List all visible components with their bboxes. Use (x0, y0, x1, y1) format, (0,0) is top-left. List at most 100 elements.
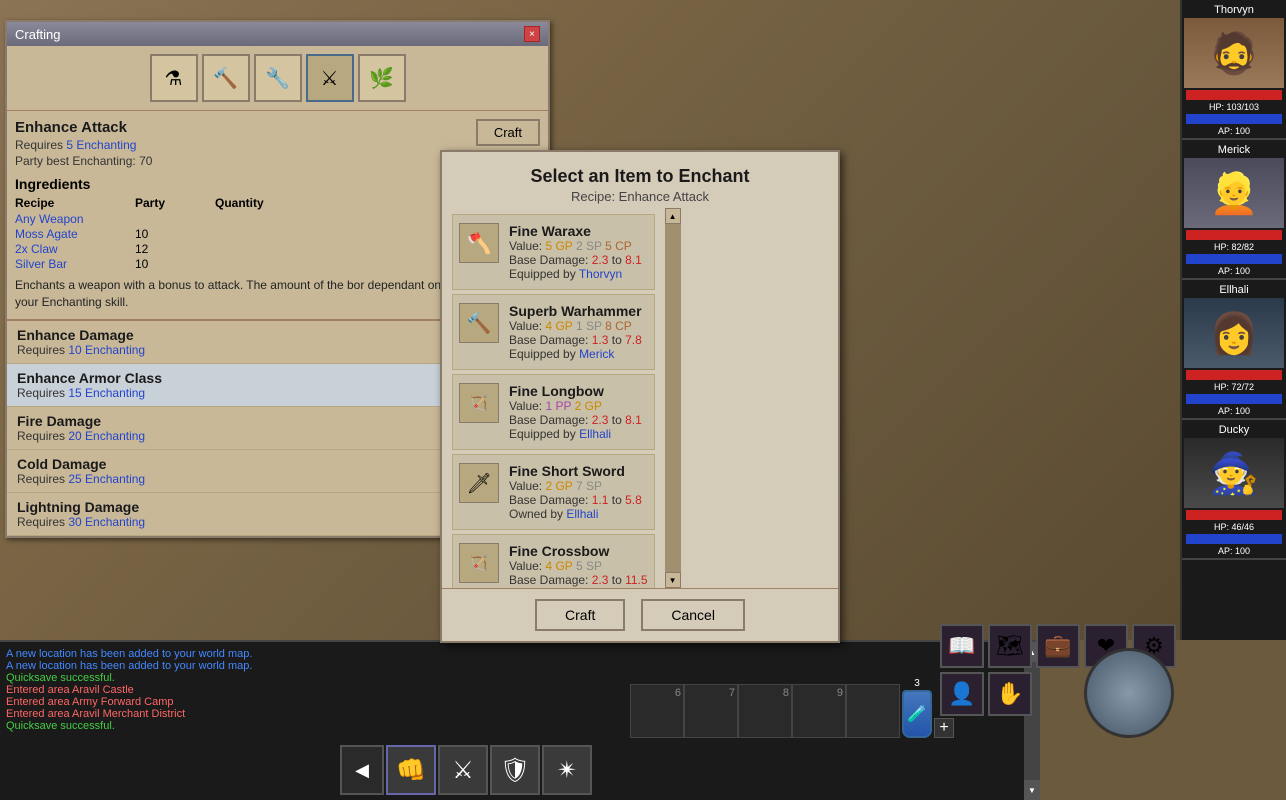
craft-action-button[interactable]: Craft (476, 119, 540, 146)
hotbar-slot-3[interactable]: 🛡 (490, 745, 540, 795)
hotbar-prev[interactable]: ◀ (340, 745, 384, 795)
req-value: 10 Enchanting (68, 343, 145, 357)
item-name: Fine Waraxe (509, 223, 648, 239)
modal-header: Select an Item to Enchant Recipe: Enhanc… (442, 152, 838, 208)
merick-hp-fill (1186, 230, 1282, 240)
minimap[interactable] (1084, 648, 1174, 738)
hotbar-slot-4[interactable]: ✴ (542, 745, 592, 795)
hotbar-slot-1[interactable]: 👊 (386, 745, 436, 795)
ellhali-ap-fill (1186, 394, 1282, 404)
value-gp: 5 GP (545, 239, 572, 253)
num-slot-7[interactable]: 7 (684, 684, 738, 738)
member-name-ducky: Ducky (1184, 422, 1284, 438)
craft-tab-enchanting[interactable]: ⚔ (306, 54, 354, 102)
log-scroll-down[interactable]: ▼ (1024, 780, 1040, 800)
log-line-1[interactable]: A new location has been added to your wo… (6, 648, 1018, 660)
modal-cancel-button[interactable]: Cancel (641, 599, 745, 631)
item-damage: Base Damage: 1.3 to 7.8 (509, 333, 648, 347)
log-line-2[interactable]: A new location has been added to your wo… (6, 660, 1018, 672)
hotbar: ◀ 👊 ⚔ 🛡 ✴ (340, 745, 592, 795)
item-owner: Ellhali (566, 507, 598, 521)
ingredient-claw-party: 12 (135, 242, 215, 256)
modal-item-waraxe[interactable]: 🪓 Fine Waraxe Value: 5 GP 2 SP 5 CP Base… (452, 214, 655, 290)
modal-craft-button[interactable]: Craft (535, 599, 625, 631)
add-slot-button[interactable]: + (934, 718, 954, 738)
ducky-ap-text: AP: 100 (1184, 546, 1284, 556)
merick-hp-bar (1186, 230, 1282, 240)
recipe-detail-area: Enhance Attack Requires 5 Enchanting Par… (7, 111, 457, 320)
dmg-min: 2.3 (592, 413, 609, 427)
thorvyn-ap-fill (1186, 114, 1282, 124)
modal-scroll-down[interactable]: ▼ (665, 572, 681, 588)
portrait-bg-ellhali: 👩 (1184, 298, 1284, 368)
character-icon[interactable]: 👤 (940, 672, 984, 716)
crafting-close-button[interactable]: × (524, 26, 540, 42)
item-owned: Owned by Ellhali (509, 507, 648, 521)
merick-ap-bar (1186, 254, 1282, 264)
selected-recipe-req-value: 5 Enchanting (66, 138, 136, 152)
party-member-ducky[interactable]: Ducky 🧙 HP: 46/46 AP: 100 (1182, 420, 1286, 560)
item-name: Fine Longbow (509, 383, 648, 399)
modal-scroll-up[interactable]: ▲ (665, 208, 681, 224)
modal-subtitle: Recipe: Enhance Attack (458, 189, 822, 204)
ducky-ap-fill (1186, 534, 1282, 544)
dmg-max: 7.8 (625, 333, 642, 347)
map-icon[interactable]: 🗺 (988, 624, 1032, 668)
num-slot-8[interactable]: 8 (738, 684, 792, 738)
item-value: Value: 1 PP 2 GP (509, 399, 648, 413)
modal-item-crossbow[interactable]: 🏹 Fine Crossbow Value: 4 GP 5 SP Base Da… (452, 534, 655, 588)
dmg-max: 5.8 (625, 493, 642, 507)
ing-header-recipe: Recipe (15, 196, 135, 210)
shortsword-icon: 🗡 (459, 463, 499, 503)
ing-header-party: Party (135, 196, 215, 210)
inventory-icon[interactable]: 💼 (1036, 624, 1080, 668)
value-gp: 4 GP (545, 319, 572, 333)
craft-tab-alchemy[interactable]: 🌿 (358, 54, 406, 102)
value-gp: 2 GP (575, 399, 602, 413)
num-slot-9[interactable]: 9 (792, 684, 846, 738)
craft-tab-potions[interactable]: ⚗ (150, 54, 198, 102)
longbow-icon: 🏹 (459, 383, 499, 423)
ingredients-title: Ingredients (15, 176, 449, 192)
craft-tab-tools[interactable]: 🔧 (254, 54, 302, 102)
item-equipped: Equipped by Merick (509, 347, 648, 361)
hotbar-slot-2[interactable]: ⚔ (438, 745, 488, 795)
craft-tab-smithing[interactable]: 🔨 (202, 54, 250, 102)
hand-icon[interactable]: ✋ (988, 672, 1032, 716)
ingredient-moss-agate: Moss Agate (15, 227, 135, 241)
item-name: Fine Short Sword (509, 463, 648, 479)
value-sp: 1 SP (576, 319, 602, 333)
book-icon[interactable]: 📖 (940, 624, 984, 668)
shortsword-info: Fine Short Sword Value: 2 GP 7 SP Base D… (509, 463, 648, 521)
selected-recipe-req: Requires 5 Enchanting (15, 138, 449, 152)
enchant-item-modal: Select an Item to Enchant Recipe: Enhanc… (440, 150, 840, 643)
item-value: Value: 2 GP 7 SP (509, 479, 648, 493)
party-member-thorvyn[interactable]: Thorvyn 🧔 HP: 103/103 AP: 100 (1182, 0, 1286, 140)
party-member-merick[interactable]: Merick 👱 HP: 82/82 AP: 100 (1182, 140, 1286, 280)
ingredient-silver-party: 10 (135, 257, 215, 271)
waraxe-icon: 🪓 (459, 223, 499, 263)
modal-item-warhammer[interactable]: 🔨 Superb Warhammer Value: 4 GP 1 SP 8 CP… (452, 294, 655, 370)
potion-button[interactable]: 🧪 (902, 690, 932, 738)
modal-item-longbow[interactable]: 🏹 Fine Longbow Value: 1 PP 2 GP Base Dam… (452, 374, 655, 450)
thorvyn-hp-text: HP: 103/103 (1184, 102, 1284, 112)
member-portrait-ducky: 🧙 (1184, 438, 1284, 508)
portrait-bg-ducky: 🧙 (1184, 438, 1284, 508)
ingredient-claw: 2x Claw (15, 242, 135, 256)
thorvyn-hp-fill (1186, 90, 1282, 100)
portrait-face-thorvyn: 🧔 (1209, 30, 1259, 77)
dmg-max: 8.1 (625, 413, 642, 427)
req-value: 20 Enchanting (68, 429, 145, 443)
thorvyn-hp-bar (1186, 90, 1282, 100)
num-slot-6[interactable]: 6 (630, 684, 684, 738)
item-equipped: Equipped by Ellhali (509, 427, 648, 441)
empty-slot[interactable] (846, 684, 900, 738)
modal-item-shortsword[interactable]: 🗡 Fine Short Sword Value: 2 GP 7 SP Base… (452, 454, 655, 530)
potion-container: 3 🧪 (902, 678, 932, 738)
modal-items-list: 🪓 Fine Waraxe Value: 5 GP 2 SP 5 CP Base… (442, 208, 665, 588)
potion-area: 3 🧪 + (846, 678, 954, 738)
party-member-ellhali[interactable]: Ellhali 👩 HP: 72/72 AP: 100 (1182, 280, 1286, 420)
ellhali-hp-bar (1186, 370, 1282, 380)
crafting-icon-bar: ⚗ 🔨 🔧 ⚔ 🌿 (7, 46, 548, 111)
ellhali-ap-bar (1186, 394, 1282, 404)
